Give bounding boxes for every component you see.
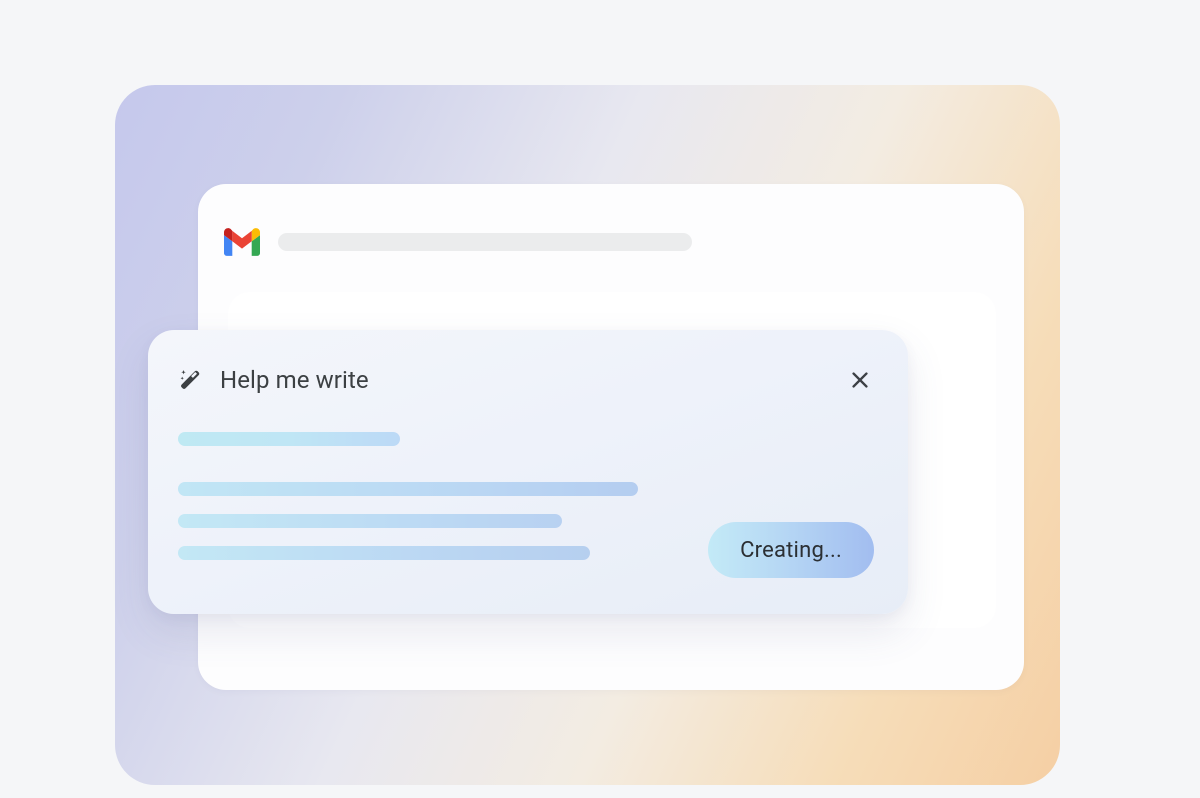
skeleton-line: [178, 482, 638, 496]
gmail-header: [224, 228, 692, 256]
card-title: Help me write: [220, 366, 826, 394]
skeleton-line: [178, 432, 400, 446]
skeleton-line: [178, 546, 590, 560]
search-bar-placeholder[interactable]: [278, 233, 692, 251]
help-me-write-card: Help me write Creating...: [148, 330, 908, 614]
gmail-icon: [224, 228, 260, 256]
card-header: Help me write: [178, 364, 876, 396]
skeleton-line: [178, 514, 562, 528]
creating-status-pill: Creating...: [708, 522, 874, 578]
magic-wand-icon: [178, 368, 202, 392]
close-icon: [849, 369, 871, 391]
creating-status-label: Creating...: [740, 538, 842, 563]
close-button[interactable]: [844, 364, 876, 396]
